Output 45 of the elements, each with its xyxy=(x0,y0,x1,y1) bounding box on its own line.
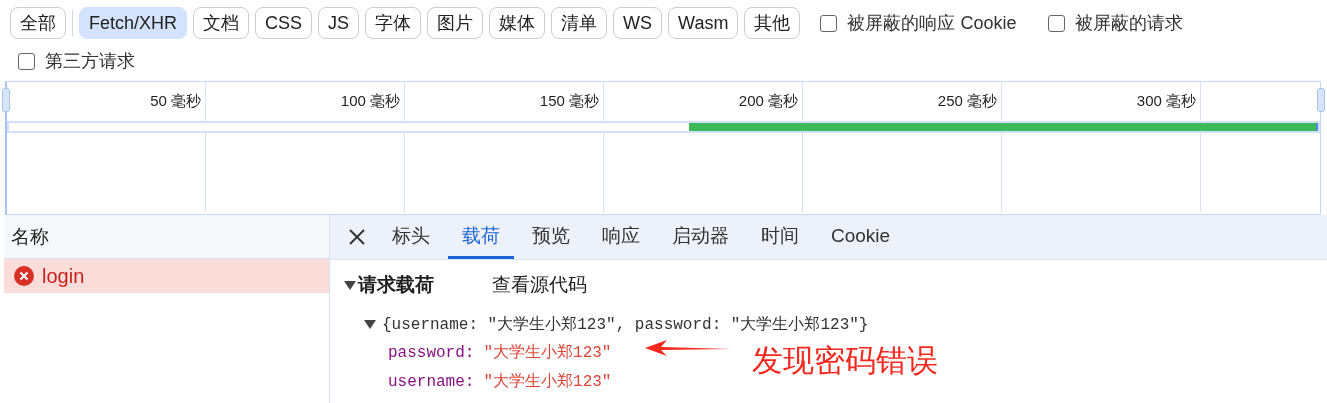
tick-label: 200 毫秒 xyxy=(738,92,798,111)
tick-label: 100 毫秒 xyxy=(340,92,400,111)
filter-button[interactable]: JS xyxy=(318,7,360,39)
range-handle[interactable] xyxy=(2,88,10,112)
section-title[interactable]: 请求载荷 xyxy=(358,272,434,298)
tab[interactable]: Cookie xyxy=(817,215,905,259)
tab[interactable]: 标头 xyxy=(378,215,444,259)
tick-label: 250 毫秒 xyxy=(937,92,997,111)
annotation-text: 发现密码错误 xyxy=(752,342,938,380)
tick-label: 150 毫秒 xyxy=(539,92,599,111)
filter-button[interactable]: WS xyxy=(613,7,663,39)
filter-button[interactable]: 媒体 xyxy=(489,7,546,39)
filter-button[interactable]: 文档 xyxy=(193,7,250,39)
field-value: "大学生小郑123" xyxy=(483,342,612,363)
field-key: username: xyxy=(388,372,475,391)
tick-label: 50 毫秒 xyxy=(150,92,201,111)
payload-summary: {username: "大学生小郑123", password: "大学生小郑123"} xyxy=(382,314,869,335)
field-key: password: xyxy=(388,343,475,362)
filter-button[interactable]: Fetch/XHR xyxy=(79,7,188,39)
filter-button[interactable]: CSS xyxy=(255,7,313,39)
expand-arrow-icon[interactable] xyxy=(364,319,376,329)
request-row[interactable]: login xyxy=(4,259,329,293)
field-value: "大学生小郑123" xyxy=(483,371,612,392)
tab[interactable]: 载荷 xyxy=(448,215,514,259)
checkbox[interactable] xyxy=(18,52,35,70)
filter-button[interactable]: 图片 xyxy=(427,7,484,39)
filter-button[interactable]: 清单 xyxy=(551,7,608,39)
view-source-link[interactable]: 查看源代码 xyxy=(492,272,587,298)
filter-button[interactable]: 全部 xyxy=(10,7,66,39)
checkbox-label: 被屏蔽的请求 xyxy=(1075,12,1184,35)
checkbox-label: 被屏蔽的响应 Cookie xyxy=(847,12,1017,35)
checkbox[interactable] xyxy=(820,14,838,32)
tab[interactable]: 启动器 xyxy=(658,215,743,259)
expand-arrow-icon[interactable] xyxy=(344,280,356,290)
column-header: 名称 xyxy=(11,224,49,249)
filter-button[interactable]: 字体 xyxy=(365,7,422,39)
range-handle[interactable] xyxy=(1317,88,1325,112)
tab[interactable]: 时间 xyxy=(747,215,813,259)
filter-button[interactable]: Wasm xyxy=(668,7,739,39)
checkbox-label: 第三方请求 xyxy=(45,50,135,73)
tab[interactable]: 预览 xyxy=(518,215,584,259)
filter-button[interactable]: 其他 xyxy=(744,7,801,39)
checkbox[interactable] xyxy=(1048,14,1066,32)
tab[interactable]: 响应 xyxy=(588,215,654,259)
tick-label: 300 毫秒 xyxy=(1136,92,1196,111)
